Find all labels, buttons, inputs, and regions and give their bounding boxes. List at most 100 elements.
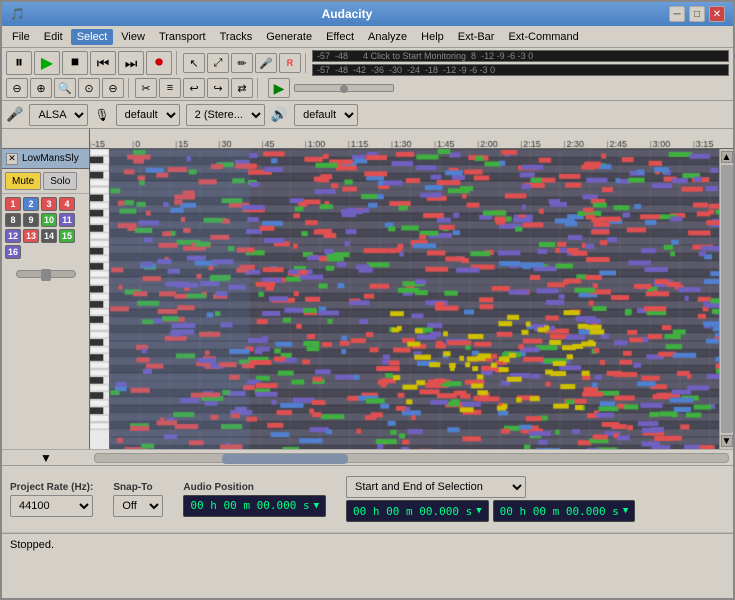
menu-analyze[interactable]: Analyze [362,29,413,45]
horizontal-scrollbar[interactable] [94,453,729,463]
collapse-button[interactable]: ▼ [2,451,90,465]
menu-extbar[interactable]: Ext-Bar [452,29,501,45]
ruler-canvas [90,129,733,148]
selection-mode-select[interactable]: Start and End of Selection Start and Len… [346,476,526,498]
mic-device-icon: 🎤 [6,106,23,123]
vertical-scrollbar[interactable]: ▲ ▼ [719,149,733,449]
toolbar-area: ⏸ ▶ ⏹ ⏮ ⏭ ⏺ ↖ ⤢ ✏ 🎤 R -57 -48 4 Click to… [2,48,733,101]
envelope-tool[interactable]: ⤢ [207,53,229,73]
zoom-fit-tool[interactable]: ⊙ [78,78,100,98]
ch-3[interactable]: 3 [41,197,57,211]
menu-transport[interactable]: Transport [153,29,212,45]
menu-help[interactable]: Help [415,29,450,45]
titlebar-left: 🎵 [10,7,25,21]
track-mute-solo: Mute Solo [2,169,89,194]
selection-tool[interactable]: ↖ [183,53,205,73]
timeline-ruler [2,129,733,149]
scroll-up-button[interactable]: ▲ [721,151,733,163]
speed-slider[interactable] [294,84,394,92]
volume-slider[interactable] [16,270,76,278]
menu-effect[interactable]: Effect [320,29,360,45]
ch-14[interactable]: 14 [41,229,57,243]
play-button[interactable]: ▶ [34,51,60,75]
ch-11[interactable]: 11 [59,213,75,227]
channel-select[interactable]: 2 (Stere... [186,104,265,126]
menu-view[interactable]: View [115,29,151,45]
app-icon: 🎵 [10,7,25,21]
piano-keys [90,149,110,449]
scroll-thumb-v[interactable] [721,165,733,433]
selection-end-display[interactable]: 00 h 00 m 00.000 s ▼ [493,500,636,522]
menu-extcommand[interactable]: Ext-Command [502,29,584,45]
ch-8[interactable]: 8 [5,213,21,227]
zoom-sel-tool[interactable]: 🔍 [54,78,76,98]
draw-tool[interactable]: ✏ [231,53,253,73]
h-scroll-thumb[interactable] [222,454,349,464]
ch-10[interactable]: 10 [41,213,57,227]
note-canvas[interactable] [110,149,719,449]
track-close-button[interactable]: ✕ [6,153,18,165]
project-rate-section: Project Rate (Hz): 44100 [10,482,93,517]
menu-file[interactable]: File [6,29,36,45]
pause-button[interactable]: ⏸ [6,51,32,75]
ch-2[interactable]: 2 [23,197,39,211]
next-button[interactable]: ⏭ [118,51,144,75]
main-content: ✕ LowMansSly Mute Solo 1 2 3 4 8 9 10 11… [2,149,733,449]
trim-tool[interactable]: ✂ [135,78,157,98]
silence-tool[interactable]: ≡ [159,78,181,98]
track-name: LowMansSly [22,153,79,164]
maximize-button[interactable]: □ [689,6,705,22]
collapse-bar: ▼ [2,449,733,465]
piano-canvas [90,149,109,434]
menu-select[interactable]: Select [71,29,114,45]
vu-meter-bottom[interactable]: -57 -48 -42 -36 -30 -24 -18 -12 -9 -6 -3… [312,64,729,76]
position-area: ▶ [268,78,394,98]
mute-button[interactable]: Mute [5,172,41,190]
ch-16[interactable]: 16 [5,245,21,259]
zoom-in-tool[interactable]: ⊕ [30,78,52,98]
ch-15[interactable]: 15 [59,229,75,243]
record-device-select[interactable]: default [116,104,180,126]
menu-tracks[interactable]: Tracks [214,29,259,45]
zoom-out-tool[interactable]: ⊖ [6,78,28,98]
ch-1[interactable]: 1 [5,197,21,211]
cursor-tools: ✂ ≡ ↩ ↪ ⇄ [135,78,258,98]
track-name-bar: ✕ LowMansSly [2,149,89,169]
play-at-speed[interactable]: ▶ [268,78,290,98]
prev-button[interactable]: ⏮ [90,51,116,75]
status-bar: Stopped. [2,533,733,555]
device-toolbar: 🎤 ALSA 🎙 default 2 (Stere... 🔊 default [2,101,733,129]
snap-to-section: Snap-To Off [113,482,163,517]
audio-position-display[interactable]: 00 h 00 m 00.000 s ▼ [183,495,326,517]
zoom-out2-tool[interactable]: ⊖ [102,78,124,98]
audio-host-select[interactable]: ALSA [29,104,88,126]
redo-tool[interactable]: ↪ [207,78,229,98]
menu-edit[interactable]: Edit [38,29,69,45]
stop-button[interactable]: ⏹ [62,51,88,75]
solo-button[interactable]: Solo [43,172,77,190]
edit-tools: ⊖ ⊕ 🔍 ⊙ ⊖ [6,78,129,98]
record-tool[interactable]: R [279,53,301,73]
close-button[interactable]: ✕ [709,6,725,22]
record-button[interactable]: ⏺ [146,51,172,75]
minimize-button[interactable]: ─ [669,6,685,22]
project-rate-select[interactable]: 44100 [10,495,93,517]
vu-meter-top[interactable]: -57 -48 4 Click to Start Monitoring 8 -1… [312,50,729,62]
scroll-down-button[interactable]: ▼ [721,435,733,447]
mic-icon2: 🎙 [94,108,109,122]
menu-generate[interactable]: Generate [260,29,318,45]
playback-device-select[interactable]: default [294,104,358,126]
ch-13[interactable]: 13 [23,229,39,243]
ch-12[interactable]: 12 [5,229,21,243]
sync-tool[interactable]: ⇄ [231,78,253,98]
ch-9[interactable]: 9 [23,213,39,227]
titlebar: 🎵 Audacity ─ □ ✕ [2,2,733,26]
snap-to-select[interactable]: Off [113,495,163,517]
ch-4[interactable]: 4 [59,197,75,211]
audio-position-section: Audio Position 00 h 00 m 00.000 s ▼ [183,482,326,517]
note-area[interactable] [110,149,719,449]
selection-start-display[interactable]: 00 h 00 m 00.000 s ▼ [346,500,489,522]
audio-pos-arrow[interactable]: ▼ [314,501,319,511]
bottom-row: Project Rate (Hz): 44100 Snap-To Off Aud… [2,466,733,533]
undo-tool[interactable]: ↩ [183,78,205,98]
